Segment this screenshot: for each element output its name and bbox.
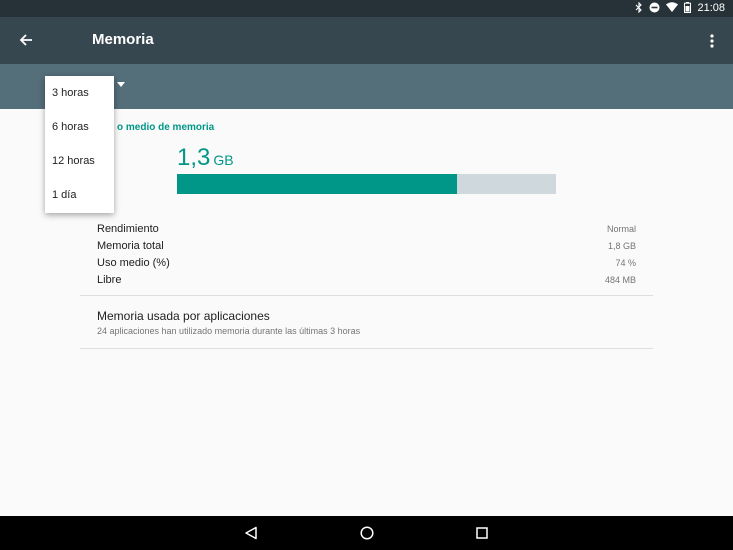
stat-label: Rendimiento <box>97 222 159 235</box>
stat-row-memoria-total: Memoria total 1,8 GB <box>97 237 636 254</box>
bluetooth-icon <box>635 1 643 16</box>
stat-label: Libre <box>97 273 122 286</box>
app-bar: Memoria <box>0 17 733 64</box>
nav-home-icon[interactable] <box>357 523 377 543</box>
wifi-icon <box>666 2 679 15</box>
stat-value: 484 MB <box>604 274 636 285</box>
apps-memory-entry[interactable]: Memoria usada por aplicaciones 24 aplica… <box>80 297 653 347</box>
status-bar: 21:08 <box>0 0 733 17</box>
memory-usage-fill <box>177 174 458 194</box>
navigation-bar <box>0 516 733 550</box>
back-arrow-icon[interactable] <box>14 28 38 52</box>
stat-value: 74 % <box>615 257 636 268</box>
divider <box>80 348 653 349</box>
dropdown-option-12-horas[interactable]: 12 horas <box>45 144 114 178</box>
memory-usage-bar <box>177 174 556 194</box>
dropdown-option-6-horas[interactable]: 6 horas <box>45 110 114 144</box>
memory-unit: GB <box>213 152 234 168</box>
stat-label: Memoria total <box>97 239 164 252</box>
stat-label: Uso medio (%) <box>97 256 170 269</box>
apps-entry-subtitle: 24 aplicaciones han utilizado memoria du… <box>97 326 361 336</box>
time-range-dropdown: 3 horas 6 horas 12 horas 1 día <box>45 76 114 213</box>
dropdown-option-3-horas[interactable]: 3 horas <box>45 76 114 110</box>
spinner-arrow-icon[interactable] <box>117 82 125 87</box>
stat-row-rendimiento: Rendimiento Normal <box>97 220 636 237</box>
overflow-menu-icon[interactable] <box>703 29 721 53</box>
nav-back-icon[interactable] <box>241 523 261 543</box>
do-not-disturb-icon <box>649 2 660 16</box>
stat-value: 1,8 GB <box>607 240 636 251</box>
stat-value: Normal <box>606 223 636 234</box>
stat-row-uso-medio: Uso medio (%) 74 % <box>97 254 636 271</box>
page-title: Memoria <box>92 31 154 48</box>
memory-stats: Rendimiento Normal Memoria total 1,8 GB … <box>97 220 636 288</box>
dropdown-option-1-dia[interactable]: 1 día <box>45 178 114 212</box>
apps-entry-title: Memoria usada por aplicaciones <box>97 309 270 323</box>
status-time: 21:08 <box>697 2 725 14</box>
average-memory-value: 1,3 GB <box>177 144 234 172</box>
stat-row-libre: Libre 484 MB <box>97 271 636 288</box>
nav-recents-icon[interactable] <box>472 523 492 543</box>
status-icons: 21:08 <box>635 1 725 16</box>
divider <box>80 295 653 296</box>
section-label: o medio de memoria <box>117 122 215 133</box>
memory-number: 1,3 <box>177 144 211 171</box>
battery-icon <box>684 1 692 16</box>
